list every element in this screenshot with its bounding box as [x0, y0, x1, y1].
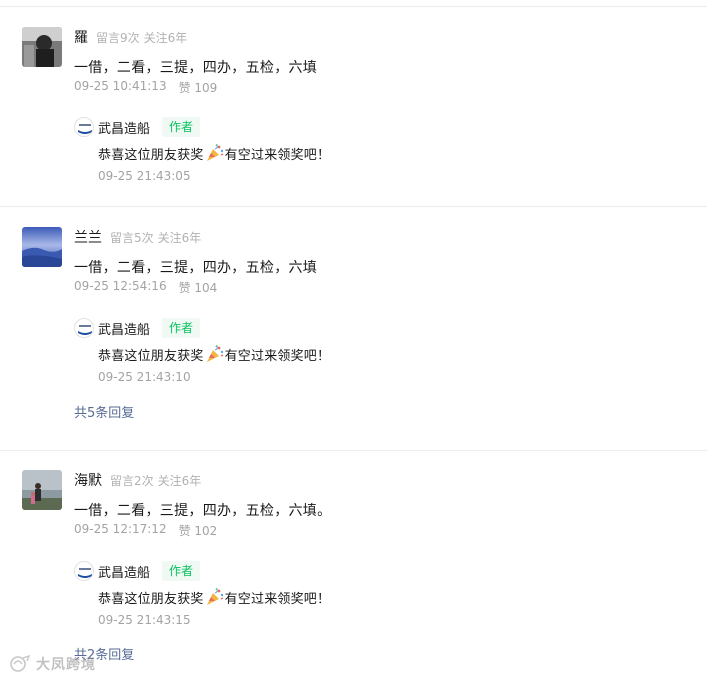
divider — [0, 450, 707, 451]
comment-text: 一借，二看，三提，四办，五检，六填 — [74, 60, 318, 76]
follow-duration: 关注6年 — [157, 473, 202, 488]
reply-author[interactable]: 武昌造船 — [98, 319, 150, 338]
avatar-photo-icon — [22, 27, 62, 67]
reply-time: 09-25 21:43:10 — [98, 370, 191, 384]
like-button[interactable]: 赞 104 — [179, 279, 218, 296]
wuchang-shipbuilding-logo-icon — [78, 568, 92, 578]
divider — [0, 6, 707, 7]
follow-duration: 关注6年 — [157, 230, 202, 245]
reply-text-after: 有空过来领奖吧！ — [224, 348, 331, 364]
reply-text-before: 恭喜这位朋友获奖 — [98, 348, 204, 364]
nickname[interactable]: 羅 — [74, 27, 88, 47]
watermark-text: 大凤跨境 — [36, 657, 96, 673]
author-badge: 作者 — [162, 117, 201, 137]
comment-text: 一借，二看，三提，四办，五检，六填 — [74, 260, 318, 276]
comment-time: 09-25 12:54:16 — [74, 279, 167, 293]
reply-avatar[interactable] — [74, 117, 94, 137]
comment-list: 羅 留言9次 关注6年 一借，二看，三提，四办，五检，六填 09-25 10:4… — [0, 0, 707, 679]
reply-text: 恭喜这位朋友获奖 有空过来领奖吧！ — [98, 344, 330, 364]
party-popper-icon — [206, 143, 223, 161]
divider — [0, 206, 707, 207]
party-popper-icon — [206, 344, 223, 362]
author-badge: 作者 — [162, 318, 201, 338]
reply-avatar[interactable] — [74, 318, 94, 338]
wuchang-shipbuilding-logo-icon — [78, 325, 92, 335]
nickname[interactable]: 海默 — [74, 470, 102, 490]
reply-avatar[interactable] — [74, 561, 94, 581]
watermark-logo-icon — [10, 654, 31, 672]
reply-time: 09-25 21:43:15 — [98, 613, 191, 627]
avatar-photo-icon — [22, 227, 62, 267]
reply-text-before: 恭喜这位朋友获奖 — [98, 591, 204, 607]
comment-footer: 09-25 10:41:13 赞 109 — [74, 79, 217, 96]
comment-footer: 09-25 12:54:16 赞 104 — [74, 279, 217, 296]
reply-text: 恭喜这位朋友获奖 有空过来领奖吧！ — [98, 587, 330, 607]
avatar[interactable] — [22, 227, 62, 267]
comment-header: 兰兰 留言5次 关注6年 — [74, 227, 201, 247]
view-more-replies-link[interactable]: 共5条回复 — [74, 402, 134, 421]
comment-time: 09-25 10:41:13 — [74, 79, 167, 93]
like-button[interactable]: 赞 102 — [179, 522, 218, 539]
message-count: 留言2次 — [110, 473, 154, 488]
reply-author[interactable]: 武昌造船 — [98, 118, 150, 137]
like-button[interactable]: 赞 109 — [179, 79, 218, 96]
watermark: 大凤跨境 — [8, 653, 96, 675]
reply-text-after: 有空过来领奖吧！ — [224, 147, 331, 163]
avatar-photo-icon — [22, 470, 62, 510]
reply-text-after: 有空过来领奖吧！ — [224, 591, 331, 607]
author-badge: 作者 — [162, 561, 201, 581]
wuchang-shipbuilding-logo-icon — [78, 124, 92, 134]
reply-text-before: 恭喜这位朋友获奖 — [98, 147, 204, 163]
message-count: 留言5次 — [110, 230, 154, 245]
reply-text: 恭喜这位朋友获奖 有空过来领奖吧！ — [98, 143, 330, 163]
comment-header: 羅 留言9次 关注6年 — [74, 27, 187, 47]
comment-header: 海默 留言2次 关注6年 — [74, 470, 201, 490]
comment-text: 一借，二看，三提，四办，五检，六填。 — [74, 503, 332, 519]
follow-duration: 关注6年 — [143, 30, 188, 45]
nickname[interactable]: 兰兰 — [74, 227, 102, 247]
message-count: 留言9次 — [96, 30, 140, 45]
avatar[interactable] — [22, 27, 62, 67]
comment-footer: 09-25 12:17:12 赞 102 — [74, 522, 217, 539]
party-popper-icon — [206, 587, 223, 605]
reply-author[interactable]: 武昌造船 — [98, 562, 150, 581]
reply-time: 09-25 21:43:05 — [98, 169, 191, 183]
avatar[interactable] — [22, 470, 62, 510]
comment-time: 09-25 12:17:12 — [74, 522, 167, 536]
